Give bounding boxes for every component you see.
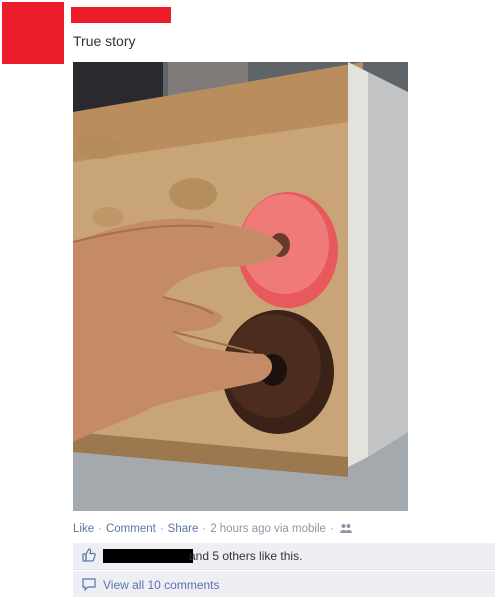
likes-text[interactable]: and 5 others like this.: [189, 549, 302, 563]
share-link[interactable]: Share: [168, 523, 199, 535]
view-all-comments-link[interactable]: View all 10 comments: [103, 578, 220, 592]
status-text: True story: [73, 33, 136, 49]
likes-summary: and 5 others like this.: [73, 543, 495, 570]
separator: ·: [159, 523, 164, 535]
separator: ·: [98, 523, 102, 535]
post-timestamp[interactable]: 2 hours ago via mobile: [210, 523, 326, 535]
separator: ·: [329, 523, 334, 535]
profile-avatar-redacted[interactable]: [2, 2, 64, 64]
friends-globe-icon[interactable]: [339, 523, 352, 533]
speech-bubble-icon: [82, 578, 96, 591]
post-actions: Like · Comment · Share · 2 hours ago via mobil…: [73, 523, 352, 535]
post-photo[interactable]: [73, 62, 408, 511]
profile-name-redacted[interactable]: [71, 7, 171, 23]
thumbs-up-icon[interactable]: [82, 548, 96, 562]
liker-name-redacted[interactable]: [103, 549, 193, 563]
photo-image: [73, 62, 408, 511]
comment-link[interactable]: Comment: [106, 523, 156, 535]
separator: ·: [202, 523, 207, 535]
like-link[interactable]: Like: [73, 523, 94, 535]
comments-summary: View all 10 comments: [73, 571, 495, 597]
